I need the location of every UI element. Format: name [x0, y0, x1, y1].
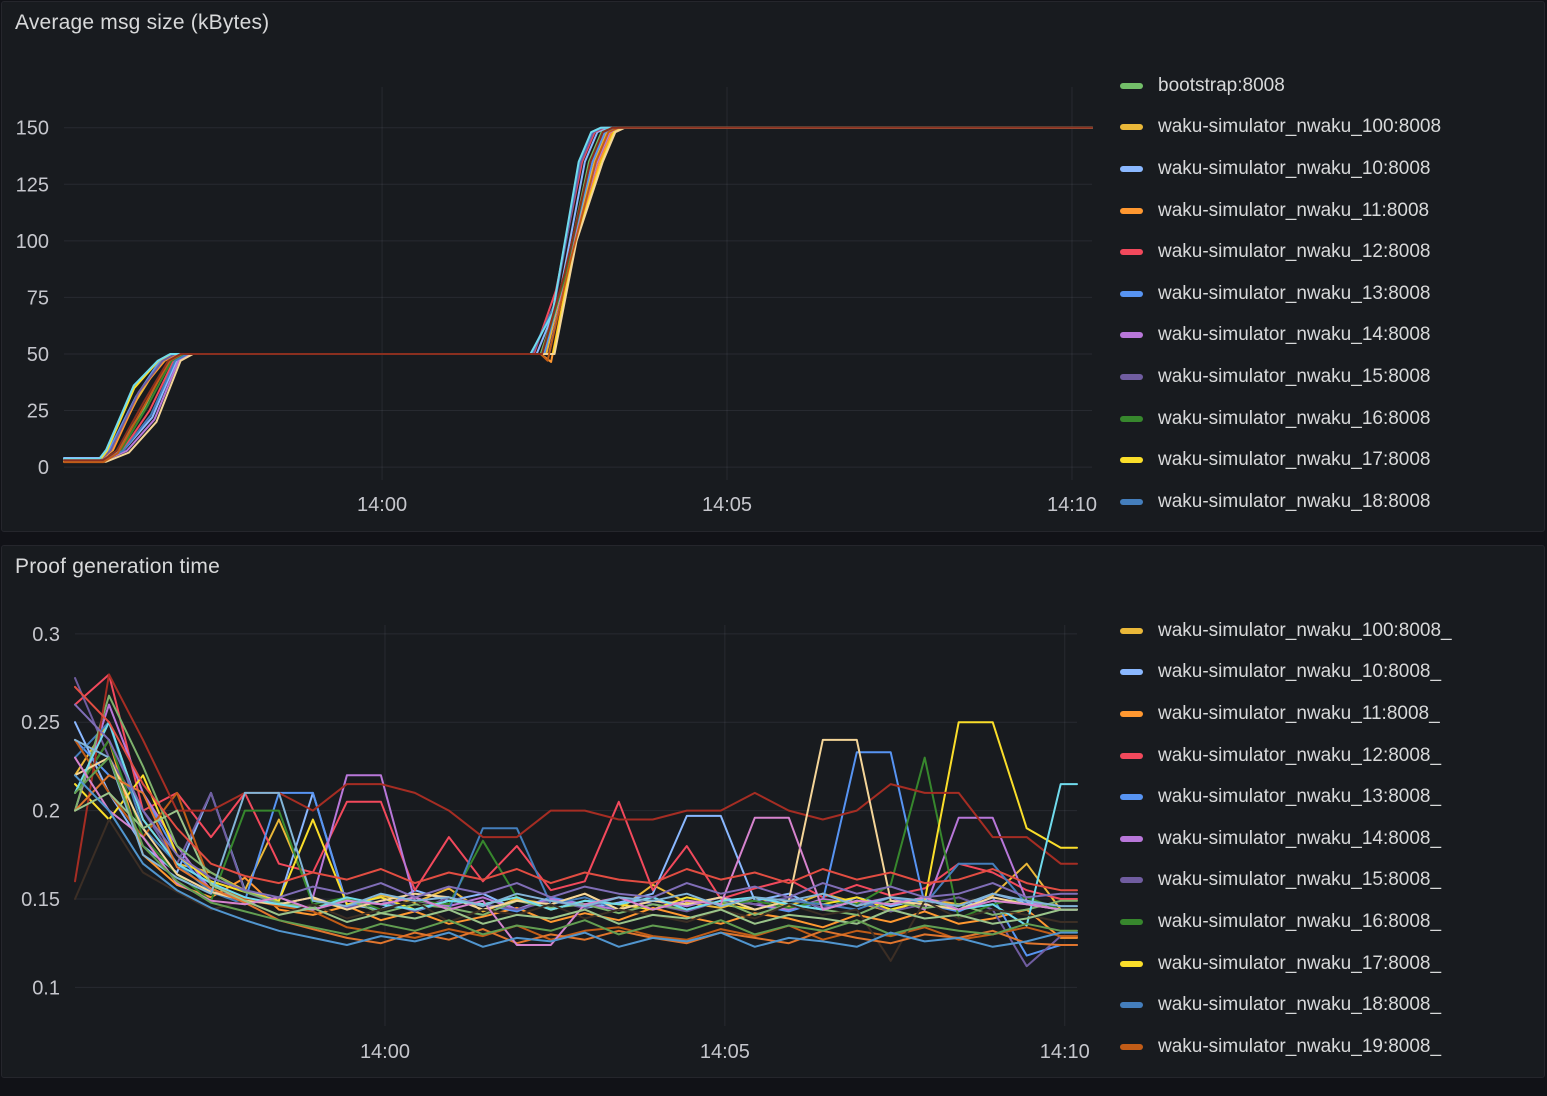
- legend-item[interactable]: waku-simulator_nwaku_10:8008: [1120, 148, 1542, 190]
- series-line: [64, 128, 1092, 460]
- legend-item[interactable]: waku-simulator_nwaku_10:8008_: [1120, 652, 1542, 694]
- y-tick-label: 0.2: [32, 801, 60, 823]
- legend-series-swatch: [1120, 1044, 1143, 1050]
- legend-series-swatch: [1120, 83, 1143, 89]
- legend-item[interactable]: waku-simulator_nwaku_16:8008_: [1120, 901, 1542, 943]
- panel-title-avg-msg-size[interactable]: Average msg size (kBytes): [15, 11, 269, 35]
- legend-label: waku-simulator_nwaku_16:8008: [1158, 408, 1431, 430]
- legend-item[interactable]: waku-simulator_nwaku_100:8008_: [1120, 610, 1542, 652]
- legend-item[interactable]: waku-simulator_nwaku_17:8008_: [1120, 943, 1542, 985]
- y-tick-label: 0.3: [32, 624, 60, 646]
- legend-series-swatch: [1120, 499, 1143, 505]
- legend-label: waku-simulator_nwaku_17:8008_: [1158, 953, 1441, 975]
- legend-item[interactable]: waku-simulator_nwaku_12:8008_: [1120, 735, 1542, 777]
- legend-label: waku-simulator_nwaku_13:8008: [1158, 283, 1431, 305]
- legend-label: waku-simulator_nwaku_11:8008: [1158, 200, 1429, 222]
- legend-label: waku-simulator_nwaku_16:8008_: [1158, 911, 1441, 933]
- x-tick-label: 14:00: [357, 494, 407, 516]
- legend-label: waku-simulator_nwaku_15:8008_: [1158, 869, 1441, 891]
- legend-series-swatch: [1120, 628, 1143, 634]
- x-tick-label: 14:05: [700, 1041, 750, 1063]
- legend-series-swatch: [1120, 291, 1143, 297]
- legend-label: waku-simulator_nwaku_19:8008_: [1158, 1036, 1441, 1058]
- legend-label: waku-simulator_nwaku_12:8008_: [1158, 745, 1441, 767]
- avg-msg-size-chart[interactable]: 0 25 50 75 100 125 150 14:00 14:05 14:10: [2, 2, 1112, 533]
- y-tick-label: 100: [16, 231, 49, 253]
- legend-series-swatch: [1120, 332, 1143, 338]
- legend-series-swatch: [1120, 1002, 1143, 1008]
- y-tick-label: 0.1: [32, 977, 60, 999]
- legend-series-swatch: [1120, 961, 1143, 967]
- legend-item[interactable]: waku-simulator_nwaku_15:8008_: [1120, 860, 1542, 902]
- legend-item[interactable]: waku-simulator_nwaku_13:8008_: [1120, 776, 1542, 818]
- legend-label: waku-simulator_nwaku_12:8008: [1158, 241, 1431, 263]
- legend-item[interactable]: waku-simulator_nwaku_18:8008_: [1120, 984, 1542, 1026]
- x-tick-label: 14:00: [360, 1041, 410, 1063]
- legend-series-swatch: [1120, 374, 1143, 380]
- legend-item[interactable]: bootstrap:8008: [1120, 65, 1542, 107]
- legend-label: waku-simulator_nwaku_14:8008: [1158, 324, 1431, 346]
- legend-label: waku-simulator_nwaku_15:8008: [1158, 366, 1431, 388]
- legend-item[interactable]: waku-simulator_nwaku_13:8008: [1120, 273, 1542, 315]
- legend-label: waku-simulator_nwaku_18:8008: [1158, 491, 1431, 513]
- legend-label: waku-simulator_nwaku_11:8008_: [1158, 703, 1440, 725]
- legend-series-swatch: [1120, 166, 1143, 172]
- legend-series-swatch: [1120, 794, 1143, 800]
- legend-label: waku-simulator_nwaku_17:8008: [1158, 449, 1431, 471]
- x-tick-label: 14:10: [1040, 1041, 1090, 1063]
- legend-series-swatch: [1120, 836, 1143, 842]
- legend-item[interactable]: waku-simulator_nwaku_12:8008: [1120, 231, 1542, 273]
- legend-label: waku-simulator_nwaku_14:8008_: [1158, 828, 1441, 850]
- y-tick-label: 0: [38, 457, 49, 479]
- y-tick-label: 0.25: [21, 712, 60, 734]
- legend-series-swatch: [1120, 249, 1143, 255]
- legend-series-swatch: [1120, 457, 1143, 463]
- series-line: [75, 687, 1077, 890]
- panel-proof-generation-time: 0.1 0.15 0.2 0.25 0.3 14:00 14:05 14:10 Proof g…: [1, 545, 1545, 1078]
- x-tick-label: 14:10: [1047, 494, 1097, 516]
- legend-item[interactable]: waku-simulator_nwaku_18:8008: [1120, 481, 1542, 523]
- legend-label: waku-simulator_nwaku_10:8008: [1158, 158, 1431, 180]
- legend-label: waku-simulator_nwaku_18:8008_: [1158, 994, 1441, 1016]
- legend-series-swatch: [1120, 711, 1143, 717]
- legend-item[interactable]: waku-simulator_nwaku_14:8008: [1120, 315, 1542, 357]
- legend-item[interactable]: waku-simulator_nwaku_15:8008: [1120, 356, 1542, 398]
- x-tick-label: 14:05: [702, 494, 752, 516]
- legend-item[interactable]: waku-simulator_nwaku_17:8008: [1120, 439, 1542, 481]
- legend-item[interactable]: waku-simulator_nwaku_19:8008_: [1120, 1026, 1542, 1068]
- legend-series-swatch: [1120, 753, 1143, 759]
- legend-series-swatch: [1120, 919, 1143, 925]
- legend-item[interactable]: waku-simulator_nwaku_100:8008: [1120, 107, 1542, 149]
- legend-avg-msg-size: bootstrap:8008 waku-simulator_nwaku_100:8…: [1120, 65, 1542, 523]
- y-tick-label: 125: [16, 174, 49, 196]
- panel-average-msg-size: 0 25 50 75 100 125 150 14:00 14:05 14:10 Average …: [1, 1, 1545, 532]
- legend-series-swatch: [1120, 669, 1143, 675]
- legend-label: waku-simulator_nwaku_100:8008: [1158, 116, 1441, 138]
- legend-label: waku-simulator_nwaku_13:8008_: [1158, 786, 1441, 808]
- legend-item[interactable]: waku-simulator_nwaku_11:8008: [1120, 190, 1542, 232]
- y-tick-label: 0.15: [21, 889, 60, 911]
- legend-series-swatch: [1120, 416, 1143, 422]
- y-tick-label: 25: [27, 401, 49, 423]
- legend-item[interactable]: waku-simulator_nwaku_14:8008_: [1120, 818, 1542, 860]
- y-tick-label: 75: [27, 287, 49, 309]
- y-tick-label: 50: [27, 344, 49, 366]
- legend-label: waku-simulator_nwaku_100:8008_: [1158, 620, 1452, 642]
- legend-series-swatch: [1120, 124, 1143, 130]
- legend-item[interactable]: waku-simulator_nwaku_16:8008: [1120, 398, 1542, 440]
- legend-proof-generation-time: waku-simulator_nwaku_100:8008_ waku-simul…: [1120, 610, 1542, 1068]
- legend-series-swatch: [1120, 208, 1143, 214]
- y-tick-label: 150: [16, 118, 49, 140]
- legend-label: bootstrap:8008: [1158, 75, 1285, 97]
- legend-item[interactable]: waku-simulator_nwaku_11:8008_: [1120, 693, 1542, 735]
- legend-label: waku-simulator_nwaku_10:8008_: [1158, 661, 1441, 683]
- proof-generation-time-chart[interactable]: 0.1 0.15 0.2 0.25 0.3 14:00 14:05 14:10: [2, 546, 1112, 1079]
- legend-series-swatch: [1120, 877, 1143, 883]
- panel-title-proof-generation-time[interactable]: Proof generation time: [15, 555, 220, 579]
